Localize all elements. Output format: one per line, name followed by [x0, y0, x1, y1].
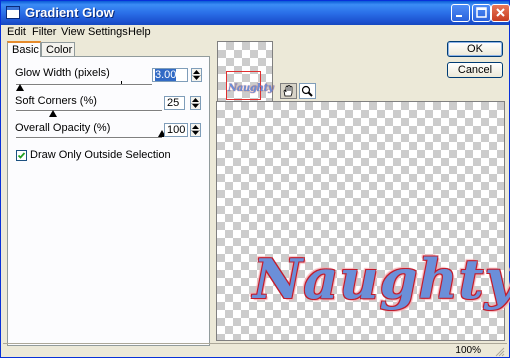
tab-basic[interactable]: Basic: [7, 41, 41, 57]
draw-outside-label[interactable]: Draw Only Outside Selection: [30, 149, 171, 161]
cancel-button[interactable]: Cancel: [447, 62, 503, 78]
title-bar[interactable]: Gradient Glow: [1, 1, 510, 25]
tab-color[interactable]: Color: [41, 42, 75, 57]
menu-filter[interactable]: Filter: [32, 26, 56, 38]
preview-canvas[interactable]: Naughty: [216, 101, 510, 341]
spin-down-button[interactable]: [191, 130, 200, 136]
thumbnail-text: Naughty: [228, 83, 274, 94]
app-icon: [6, 6, 20, 19]
soft-corners-slider-track[interactable]: [16, 110, 162, 112]
glow-width-label: Glow Width (pixels): [15, 67, 110, 79]
pan-tool-button[interactable]: [280, 83, 297, 99]
menu-view[interactable]: View: [61, 26, 85, 38]
arrow-up-icon: [192, 125, 199, 129]
overall-opacity-value: 100: [167, 124, 186, 136]
close-icon: [496, 8, 505, 17]
spin-down-button[interactable]: [192, 75, 201, 81]
magnifier-icon: [301, 85, 313, 97]
spin-down-button[interactable]: [191, 103, 200, 109]
arrow-down-icon: [192, 131, 199, 135]
soft-corners-spinner[interactable]: [190, 96, 201, 110]
menu-settings[interactable]: Settings: [88, 26, 128, 38]
checkmark-icon: [17, 152, 26, 159]
soft-corners-label: Soft Corners (%): [15, 95, 97, 107]
navigator-thumbnail[interactable]: Naughty: [217, 41, 274, 102]
minimize-icon: [456, 15, 462, 17]
menu-bar: Edit Filter View Settings Help: [1, 25, 509, 40]
maximize-button[interactable]: [472, 4, 491, 22]
resize-grip-icon[interactable]: [494, 346, 505, 357]
menu-edit[interactable]: Edit: [7, 26, 26, 38]
zoom-tool-button[interactable]: [299, 83, 316, 99]
ok-button[interactable]: OK: [447, 41, 503, 57]
slider-tick: [121, 81, 122, 84]
minimize-button[interactable]: [451, 4, 470, 22]
menu-help[interactable]: Help: [128, 26, 151, 38]
preview-text: Naughty: [253, 247, 510, 311]
draw-outside-checkbox[interactable]: [16, 150, 27, 161]
arrow-down-icon: [193, 76, 200, 80]
overall-opacity-field[interactable]: 100: [164, 123, 188, 137]
hand-icon: [283, 85, 293, 97]
overall-opacity-label: Overall Opacity (%): [15, 122, 111, 134]
arrow-up-icon: [192, 98, 199, 102]
glow-width-value: 3.00: [155, 69, 177, 81]
arrow-up-icon: [193, 70, 200, 74]
window-title: Gradient Glow: [25, 5, 114, 20]
dialog-window: Gradient Glow Edit Filter View Settings …: [0, 0, 510, 358]
zoom-level: 100%: [455, 345, 481, 356]
glow-width-field[interactable]: 3.00: [152, 68, 188, 82]
overall-opacity-slider-track[interactable]: [16, 137, 162, 139]
glow-width-slider-thumb[interactable]: [16, 84, 25, 91]
soft-corners-field[interactable]: 25: [164, 96, 185, 110]
maximize-icon: [476, 7, 487, 18]
glow-width-slider-track[interactable]: [16, 84, 152, 86]
overall-opacity-spinner[interactable]: [190, 123, 201, 137]
soft-corners-value: 25: [167, 97, 180, 109]
status-bar: 100%: [3, 343, 507, 358]
arrow-down-icon: [192, 104, 199, 108]
close-button[interactable]: [491, 4, 510, 22]
settings-panel: Glow Width (pixels) 3.00 Soft Corners (%…: [7, 56, 210, 346]
soft-corners-slider-thumb[interactable]: [48, 110, 57, 117]
glow-width-spinner[interactable]: [191, 68, 202, 82]
